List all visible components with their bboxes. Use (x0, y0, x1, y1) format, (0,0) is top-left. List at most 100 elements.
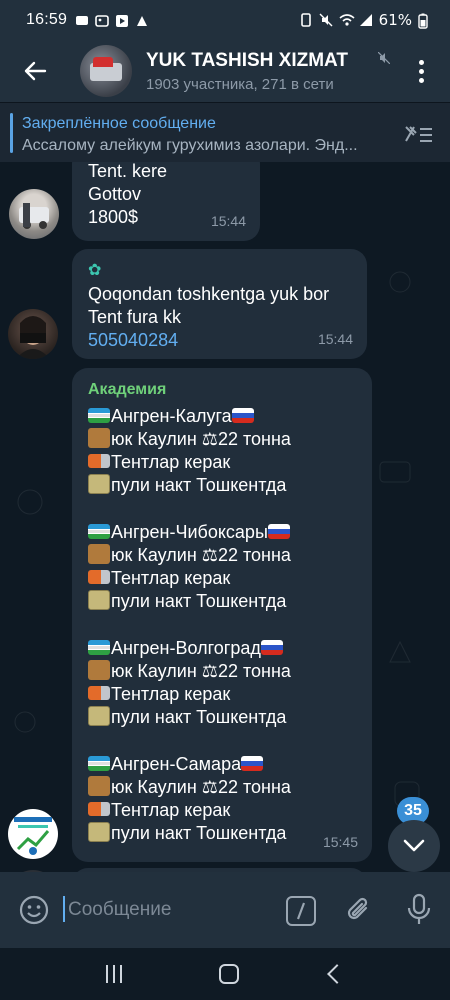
route-block: Ангрен-Чибоксары юк Каулин ⚖22 тонна Тен… (88, 521, 368, 613)
sim-icon (299, 13, 313, 27)
payment-text: пули накт Тошкентда (111, 707, 287, 727)
truck-text: Тентлар керак (111, 800, 231, 820)
message-line: 1800$ (88, 207, 139, 227)
russia-flag-icon (241, 756, 264, 771)
phone-link[interactable]: 505040284 (88, 329, 329, 352)
scale-icon: ⚖ (201, 661, 218, 681)
scale-icon: ⚖ (201, 429, 218, 449)
payment-text: пули накт Тошкентда (111, 475, 287, 495)
money-icon (88, 822, 110, 842)
cargo-text: юк Каулин (111, 545, 197, 565)
status-right-icons: 61% (299, 11, 432, 29)
truck-text: Тентлар керак (111, 452, 231, 472)
payment-text: пули накт Тошкентда (111, 823, 287, 843)
chat-header: YUK TASHISH XIZMAT 1903 участника, 271 в… (0, 40, 450, 102)
weight-text: 22 тонна (217, 777, 291, 797)
signal-icon (359, 13, 373, 27)
package-icon (88, 776, 110, 796)
pinned-list-icon[interactable] (402, 123, 434, 145)
sender-avatar-logistics[interactable] (8, 809, 58, 859)
chat-title-area[interactable]: YUK TASHISH XIZMAT 1903 участника, 271 в… (146, 50, 386, 93)
uzbekistan-flag-icon (88, 640, 110, 655)
route-text: Ангрен-Волгоград (111, 638, 261, 658)
microphone-icon (407, 893, 431, 924)
sender-avatar[interactable] (9, 189, 59, 239)
message-line: Tent. kere (88, 162, 168, 181)
truck-emoji-icon (88, 686, 110, 700)
truck-emoji-icon (88, 802, 110, 816)
money-icon (88, 706, 110, 726)
cargo-text: юк Каулин (111, 429, 197, 449)
russia-flag-icon (260, 640, 283, 655)
attach-button[interactable] (344, 894, 374, 926)
smiley-icon (19, 895, 49, 925)
russia-flag-icon (267, 524, 290, 539)
route-text: Ангрен-Калуга (111, 406, 232, 426)
payment-text: пули накт Тошкентда (111, 591, 287, 611)
scale-icon: ⚖ (201, 777, 218, 797)
package-icon (88, 428, 110, 448)
scroll-to-bottom-button[interactable] (388, 820, 440, 872)
route-block: Ангрен-Волгоград юк Каулин ⚖22 тонна Тен… (88, 637, 368, 729)
app-notification-icon (135, 13, 149, 27)
message-sender-name: Академия (88, 381, 167, 398)
chevron-down-icon (403, 839, 425, 852)
status-notification-icons (75, 13, 149, 27)
system-navigation-bar (0, 948, 450, 1000)
message-bubble[interactable]: Академия Ангрен-Калуга юк Каулин ⚖22 тон… (72, 368, 372, 862)
cargo-text: юк Каулин (111, 777, 197, 797)
home-button[interactable] (218, 964, 239, 984)
weight-text: 22 тонна (217, 661, 291, 681)
text-cursor (63, 896, 65, 922)
pinned-indicator (10, 113, 13, 153)
status-bar: 16:59 61% (0, 0, 450, 40)
bot-commands-button[interactable] (286, 896, 316, 926)
recent-apps-button[interactable] (105, 965, 128, 983)
russia-flag-icon (231, 408, 254, 423)
uzbekistan-flag-icon (88, 408, 110, 423)
emoji-button[interactable] (18, 894, 50, 926)
message-line: Gottov (88, 184, 142, 204)
message-input-bar (0, 872, 450, 948)
paperclip-icon (347, 897, 368, 920)
mute-status-icon (319, 13, 333, 27)
uzbekistan-flag-icon (88, 756, 110, 771)
voice-record-button[interactable] (404, 892, 434, 928)
truck-text: Тентлар керак (111, 568, 231, 588)
flower-emoji-icon: ✿ (88, 262, 102, 279)
message-bubble[interactable]: ✿ Qoqondan toshkentga yuk bor Tent fura … (72, 249, 367, 359)
pinned-message-bar[interactable]: Закреплённое сообщение Ассалому алейкум … (0, 102, 450, 162)
battery-icon (418, 13, 432, 29)
back-button[interactable] (0, 40, 70, 102)
chat-title: YUK TASHISH XIZMAT (146, 49, 348, 71)
route-text: Ангрен-Чибоксары (111, 522, 268, 542)
route-block: Ангрен-Калуга юк Каулин ⚖22 тонна Тентла… (88, 405, 368, 497)
truck-emoji-icon (88, 454, 110, 468)
money-icon (88, 474, 110, 494)
message-bubble[interactable]: Tent. kere Gottov 1800$ 15:44 (72, 162, 260, 241)
slash-icon (296, 902, 306, 920)
more-menu-button[interactable] (406, 56, 436, 86)
message-time: 15:45 (322, 834, 358, 850)
uzbekistan-flag-icon (88, 524, 110, 539)
battery-percent: 61% (378, 11, 412, 29)
message-input[interactable] (68, 896, 278, 924)
package-icon (88, 660, 110, 680)
chat-subtitle: 1903 участника, 271 в сети (146, 75, 334, 93)
message-notification-icon (75, 13, 89, 27)
pinned-title: Закреплённое сообщение (22, 115, 216, 132)
weight-text: 22 тонна (217, 545, 291, 565)
arrow-left-icon (24, 61, 47, 81)
weight-text: 22 тонна (217, 429, 291, 449)
system-back-button[interactable] (327, 964, 348, 984)
cargo-text: юк Каулин (111, 661, 197, 681)
truck-emoji-icon (88, 570, 110, 584)
gallery-notification-icon (95, 13, 109, 27)
route-text: Ангрен-Самара (111, 754, 242, 774)
message-time: 15:44 (210, 213, 246, 229)
group-avatar[interactable] (80, 45, 132, 97)
money-icon (88, 590, 110, 610)
sender-avatar[interactable] (8, 309, 58, 359)
chat-messages-area[interactable]: Tent. kere Gottov 1800$ 15:44 ✿ Qoqondan… (0, 162, 450, 872)
truck-text: Тентлар керак (111, 684, 231, 704)
